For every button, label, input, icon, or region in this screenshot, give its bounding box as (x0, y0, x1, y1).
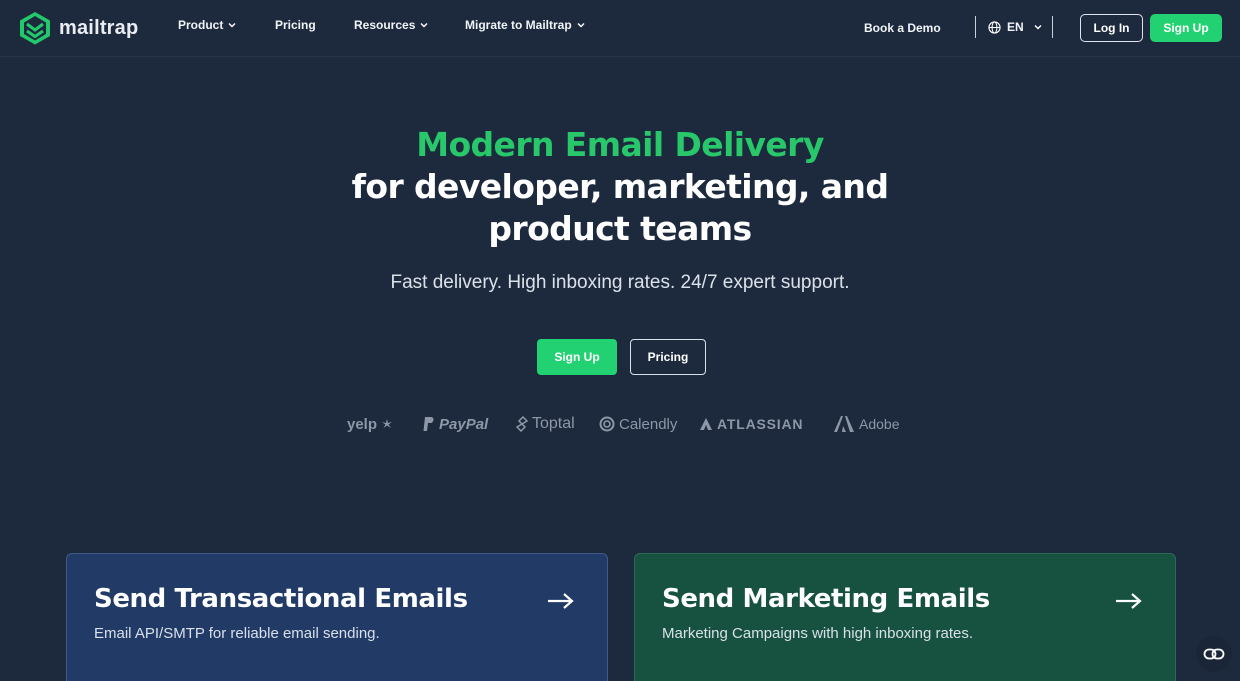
hero-title-line-3: product teams (488, 209, 752, 248)
yelp-logo-text: yelp (347, 415, 378, 433)
adobe-logo: Adobe (833, 413, 899, 435)
yelp-logo: yelp (347, 413, 393, 435)
card-description: Email API/SMTP for reliable email sendin… (94, 625, 380, 642)
chat-button[interactable] (1196, 636, 1232, 672)
adobe-icon (834, 416, 854, 432)
chevron-down-icon (420, 23, 428, 28)
paypal-logo: PayPal (422, 413, 488, 435)
hero-title-line-1: Modern Email Delivery (416, 125, 824, 164)
transactional-email-card[interactable]: Send Transactional Emails Email API/SMTP… (66, 553, 608, 681)
nav-product[interactable]: Product (178, 18, 236, 32)
nav-migrate[interactable]: Migrate to Mailtrap (465, 18, 585, 32)
card-title: Send Transactional Emails (94, 584, 468, 614)
customer-logos: yelp PayPal Toptal Calendly ATLASSIAN Ad… (0, 413, 1240, 435)
language-selector[interactable]: EN (988, 20, 1042, 34)
calendly-logo-text: Calendly (619, 415, 678, 433)
paypal-icon (423, 417, 434, 431)
adobe-logo-text: Adobe (859, 416, 900, 432)
top-navigation: mailtrap Product Pricing Resources Migra… (0, 0, 1240, 57)
chevron-down-icon (577, 23, 585, 28)
card-description: Marketing Campaigns with high inboxing r… (662, 625, 973, 642)
divider (1052, 16, 1053, 38)
atlassian-logo: ATLASSIAN (699, 413, 803, 435)
nav-resources-label: Resources (354, 18, 416, 32)
hero-title-line-2: for developer, marketing, and (351, 167, 889, 206)
nav-pricing-label: Pricing (275, 18, 316, 32)
brand-name: mailtrap (59, 16, 139, 39)
hero-pricing-button[interactable]: Pricing (630, 339, 706, 375)
calendly-logo: Calendly (599, 413, 677, 435)
paypal-logo-text: PayPal (439, 415, 489, 433)
hero-signup-button[interactable]: Sign Up (537, 339, 617, 375)
nav-product-label: Product (178, 18, 224, 32)
marketing-email-card[interactable]: Send Marketing Emails Marketing Campaign… (634, 553, 1176, 681)
nav-migrate-label: Migrate to Mailtrap (465, 18, 572, 32)
arrow-right-icon (1116, 593, 1142, 609)
yelp-burst-icon (382, 419, 393, 428)
chevron-down-icon (1034, 25, 1042, 30)
hero-subtitle: Fast delivery. High inboxing rates. 24/7… (390, 272, 850, 293)
card-title: Send Marketing Emails (662, 584, 990, 614)
book-demo-link[interactable]: Book a Demo (864, 21, 941, 35)
chat-icon (1203, 648, 1225, 660)
atlassian-logo-text: ATLASSIAN (717, 416, 804, 432)
mailtrap-logo[interactable]: mailtrap (19, 11, 138, 45)
language-code: EN (1007, 20, 1024, 34)
atlassian-icon (700, 418, 712, 430)
login-button[interactable]: Log In (1080, 14, 1143, 42)
signup-button[interactable]: Sign Up (1150, 14, 1222, 42)
globe-icon (988, 20, 1001, 34)
toptal-icon (516, 416, 528, 432)
toptal-logo: Toptal (516, 413, 575, 435)
toptal-logo-text: Toptal (532, 415, 575, 432)
nav-resources[interactable]: Resources (354, 18, 428, 32)
nav-pricing[interactable]: Pricing (275, 18, 316, 32)
arrow-right-icon (548, 593, 574, 609)
mailtrap-logo-icon (20, 12, 50, 45)
divider (975, 16, 976, 38)
chevron-down-icon (228, 23, 236, 28)
calendly-icon (599, 416, 615, 432)
